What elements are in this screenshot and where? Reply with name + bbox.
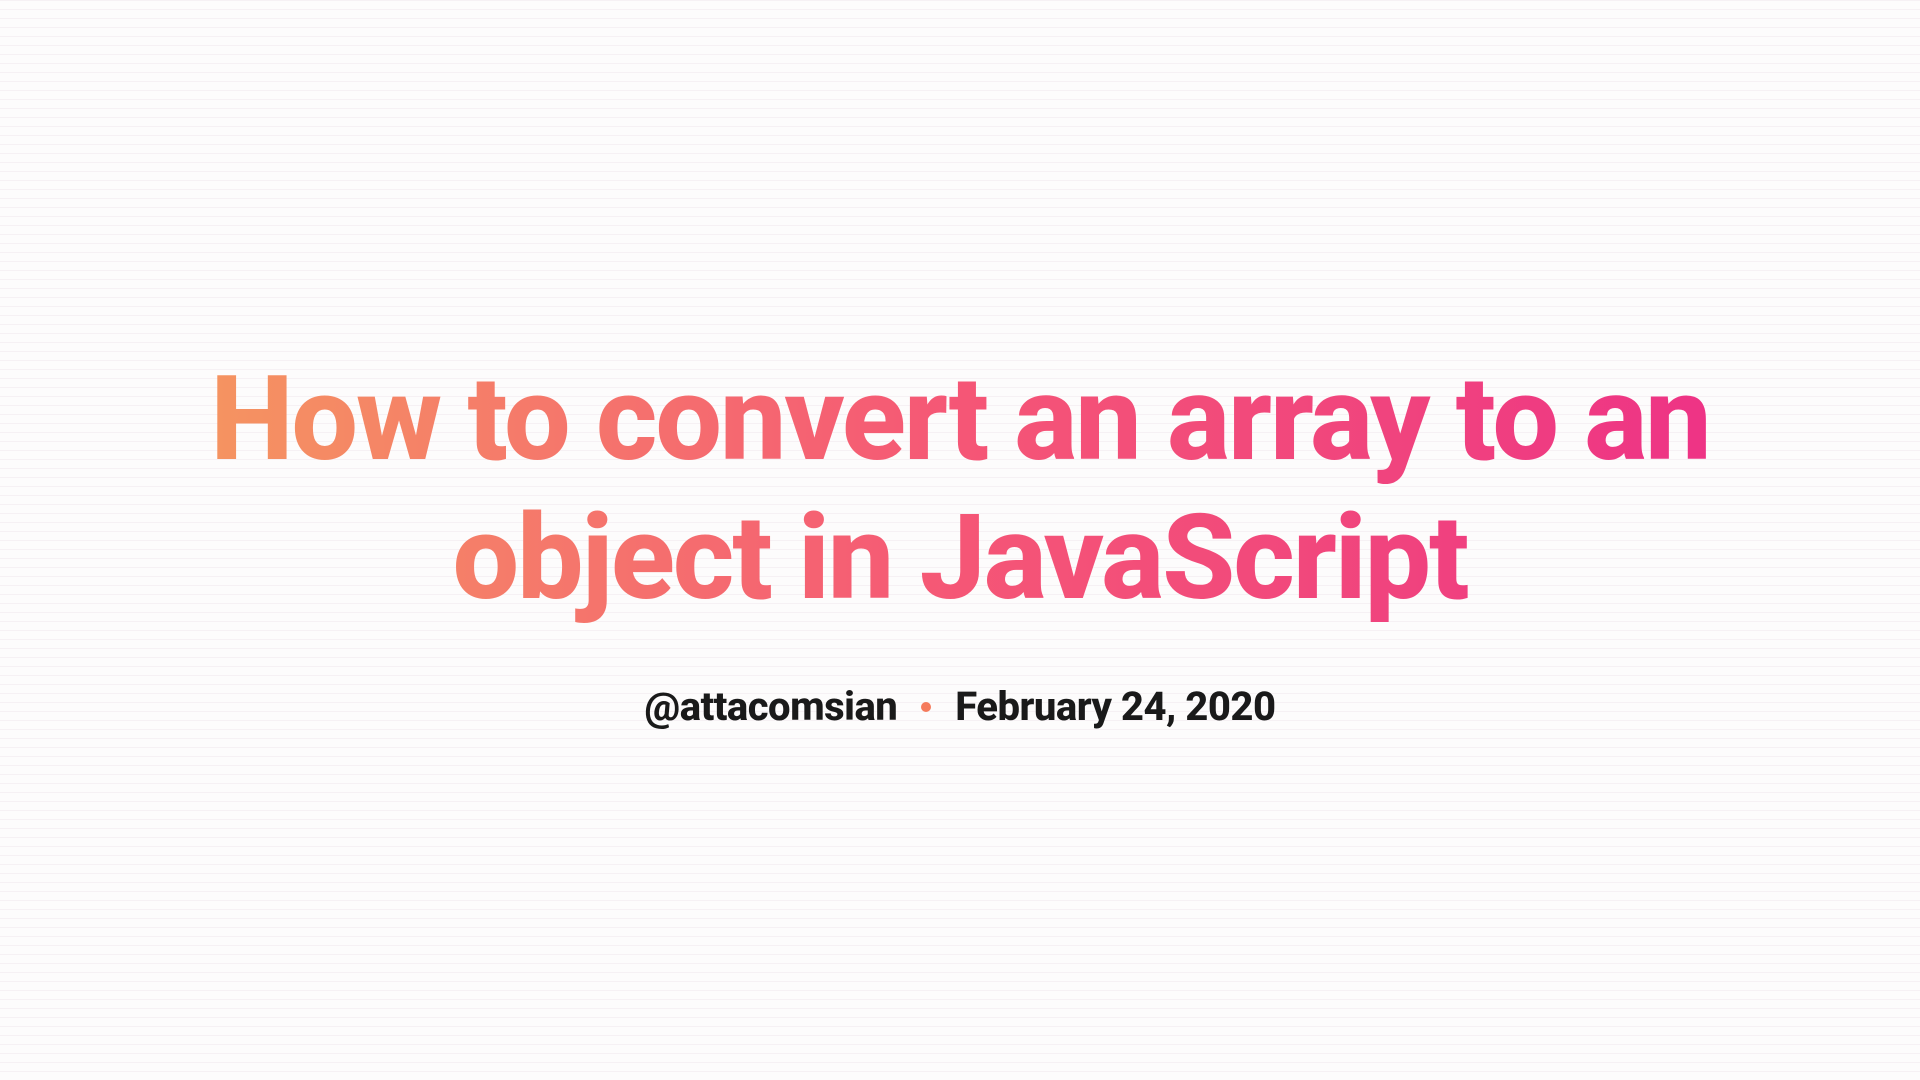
publish-date: February 24, 2020 (955, 683, 1275, 730)
author-handle: @attacomsian (644, 683, 897, 730)
article-card: How to convert an array to an object in … (0, 350, 1920, 730)
article-title: How to convert an array to an object in … (60, 350, 1860, 628)
separator-dot (921, 702, 931, 712)
article-meta: @attacomsian February 24, 2020 (60, 683, 1860, 730)
